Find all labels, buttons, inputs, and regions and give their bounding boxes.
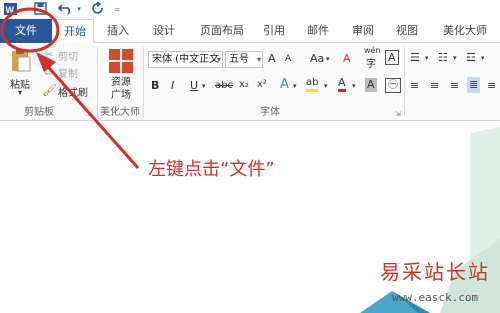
save-icon[interactable] <box>32 2 48 17</box>
watermark-url: www.easck.com <box>392 291 479 304</box>
format-painter-icon[interactable]: 🖌 <box>42 83 57 97</box>
font-size-value: 五号 <box>229 54 249 65</box>
redo-icon[interactable] <box>90 1 106 17</box>
font-group-label: 字体 <box>260 107 280 118</box>
grow-font-button[interactable]: A <box>268 52 276 65</box>
text-effects-dropdown-icon[interactable]: ▾ <box>293 82 297 90</box>
distributed-icon[interactable]: ≡ <box>487 79 496 92</box>
underline-dropdown-icon[interactable]: ▾ <box>202 82 206 90</box>
tab-insert[interactable]: 插入 <box>100 19 136 43</box>
separator <box>97 47 98 117</box>
tab-references[interactable]: 引用 <box>256 19 292 43</box>
ribbon-tabs: 文件 开始 插入 设计 页面布局 引用 邮件 审阅 视图 美化大师 <box>0 19 500 43</box>
shrink-font-button[interactable]: A <box>285 54 291 64</box>
separator <box>404 47 405 117</box>
bullets-dropdown-icon[interactable]: ▾ <box>425 54 429 62</box>
bold-button[interactable]: B <box>151 79 159 92</box>
cut-icon[interactable]: ✂ <box>44 48 53 61</box>
tab-design[interactable]: 设计 <box>146 19 182 43</box>
subscript-button[interactable]: x₂ <box>239 79 249 90</box>
clear-format-icon[interactable]: A̶ <box>343 52 351 65</box>
tab-review[interactable]: 审阅 <box>345 19 381 43</box>
font-color-button[interactable]: A <box>338 77 346 92</box>
cut-button[interactable]: 剪切 <box>58 48 78 63</box>
beautify-group-label: 美化大师 <box>100 107 140 118</box>
italic-button[interactable]: I <box>171 79 174 92</box>
enclose-char-icon[interactable]: ㊀ <box>385 78 401 93</box>
svg-text:W: W <box>6 5 15 15</box>
highlight-button[interactable]: ab <box>306 77 319 92</box>
separator <box>143 47 144 117</box>
font-name-combo[interactable]: 宋体 (中文正文 ▾ <box>148 51 223 68</box>
tab-home[interactable]: 开始 <box>56 19 94 43</box>
paste-icon[interactable] <box>8 47 34 73</box>
format-painter-button[interactable]: 格式刷 <box>58 84 88 99</box>
tab-mailings[interactable]: 邮件 <box>300 19 336 43</box>
char-shading-button[interactable]: A <box>365 78 377 92</box>
align-right-icon[interactable]: ≡ <box>450 79 459 92</box>
tab-file[interactable]: 文件 <box>0 19 52 43</box>
justify-icon[interactable]: ≣ <box>467 77 481 93</box>
superscript-button[interactable]: x² <box>257 79 267 90</box>
font-name-dropdown-icon[interactable]: ▾ <box>217 52 221 67</box>
bullets-icon[interactable]: ☰ <box>410 51 420 64</box>
phonetic-guide-button[interactable]: 字 <box>366 55 376 70</box>
annotation-text: 左键点击“文件” <box>148 159 275 180</box>
paste-dropdown-icon[interactable]: ▾ <box>18 88 22 97</box>
word-logo-icon: W <box>3 2 19 17</box>
clipboard-launcher-icon[interactable]: ⇲ <box>86 110 92 118</box>
resource-square-icon[interactable] <box>108 49 134 73</box>
tab-page-layout[interactable]: 页面布局 <box>193 19 251 43</box>
font-color-dropdown-icon[interactable]: ▾ <box>352 82 356 90</box>
undo-dropdown-icon[interactable]: ▾ <box>75 2 83 17</box>
watermark-title: 易采站长站 <box>380 260 490 284</box>
underline-button[interactable]: U <box>190 79 198 92</box>
font-launcher-icon[interactable]: ⇲ <box>395 110 401 118</box>
text-effects-button[interactable]: A <box>280 77 289 92</box>
multilevel-list-icon[interactable]: ☲ <box>466 51 476 64</box>
font-size-dropdown-icon[interactable]: ▾ <box>257 52 261 67</box>
strikethrough-button[interactable]: abc <box>215 80 233 91</box>
ribbon: 粘贴 ▾ ✂ 剪切 ⧉ 复制 🖌 格式刷 剪贴板 ⇲ 资源广场 美化大师 宋体 … <box>0 43 500 121</box>
char-border-button[interactable]: A <box>385 50 399 65</box>
numbering-icon[interactable]: ☷ <box>438 51 448 64</box>
change-case-button[interactable]: Aa <box>310 52 324 65</box>
copy-button[interactable]: 复制 <box>58 65 78 80</box>
copy-icon[interactable]: ⧉ <box>44 65 52 79</box>
align-center-icon[interactable]: ≡ <box>430 79 439 92</box>
quick-access-toolbar: W ▾ = <box>0 0 500 19</box>
font-name-value: 宋体 (中文正文 <box>152 54 220 65</box>
word-window: W ▾ = 文件 开始 插入 设计 页面布局 引用 邮件 审阅 视图 美化大师 … <box>0 0 500 313</box>
customize-icon[interactable]: = <box>113 2 121 17</box>
font-size-combo[interactable]: 五号 ▾ <box>225 51 263 68</box>
clipboard-group-label: 剪贴板 <box>24 107 54 118</box>
undo-icon[interactable] <box>57 2 75 17</box>
align-left-icon[interactable]: ≡ <box>410 79 419 92</box>
change-case-dropdown-icon[interactable]: ▾ <box>326 55 330 63</box>
tab-beautify-master[interactable]: 美化大师 <box>436 19 494 43</box>
resource-square-button[interactable]: 资源广场 <box>107 76 135 102</box>
highlight-dropdown-icon[interactable]: ▾ <box>324 82 328 90</box>
phonetic-guide-pinyin: wén <box>364 46 381 55</box>
multilevel-list-dropdown-icon[interactable]: ▾ <box>481 54 485 62</box>
tab-view[interactable]: 视图 <box>389 19 425 43</box>
numbering-dropdown-icon[interactable]: ▾ <box>453 54 457 62</box>
